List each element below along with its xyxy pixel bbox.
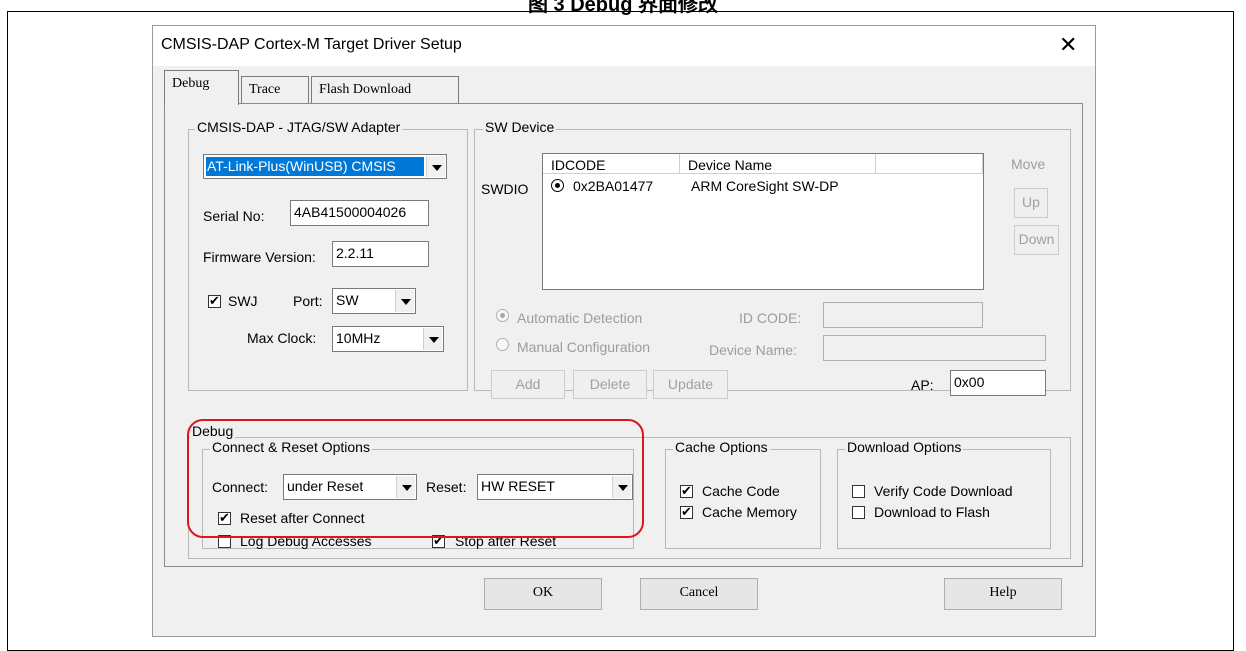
- clock-label: Max Clock:: [247, 330, 317, 346]
- serial-label: Serial No:: [203, 208, 265, 224]
- automatic-detection-radio[interactable]: [496, 309, 509, 322]
- cache-code-checkbox[interactable]: [680, 483, 693, 499]
- device-table[interactable]: IDCODE Device Name 0x2BA01477 ARM CoreSi…: [542, 153, 984, 290]
- cache-memory-label: Cache Memory: [702, 504, 797, 520]
- adapter-select-value: AT-Link-Plus(WinUSB) CMSIS: [206, 157, 424, 176]
- adapter-select[interactable]: AT-Link-Plus(WinUSB) CMSIS: [203, 154, 447, 179]
- window-title: CMSIS-DAP Cortex-M Target Driver Setup: [161, 36, 462, 53]
- ap-label: AP:: [911, 377, 934, 393]
- verify-code-download-checkbox[interactable]: [852, 485, 865, 498]
- tab-flash-download-label: Flash Download: [319, 82, 412, 97]
- row-idcode: 0x2BA01477: [573, 178, 654, 194]
- sw-device-group-label: SW Device: [483, 119, 557, 135]
- adapter-group-label: CMSIS-DAP - JTAG/SW Adapter: [195, 119, 403, 135]
- port-label: Port:: [293, 293, 323, 309]
- column-header-device-name[interactable]: Device Name: [680, 154, 876, 174]
- chevron-down-icon: [395, 290, 414, 312]
- swj-checkbox[interactable]: [208, 293, 221, 309]
- tab-trace[interactable]: Trace: [241, 76, 309, 104]
- automatic-detection-label: Automatic Detection: [517, 310, 643, 326]
- ap-field[interactable]: 0x00: [950, 370, 1046, 396]
- cancel-button[interactable]: Cancel: [640, 578, 758, 610]
- radio-selected-icon: [551, 179, 564, 192]
- download-to-flash-checkbox[interactable]: [852, 506, 865, 519]
- tab-trace-label: Trace: [249, 82, 281, 97]
- ok-button[interactable]: OK: [484, 578, 602, 610]
- manual-configuration-radio[interactable]: [496, 338, 509, 351]
- manual-configuration-label: Manual Configuration: [517, 339, 651, 355]
- chevron-down-icon: [423, 328, 442, 350]
- tab-debug[interactable]: Debug: [164, 70, 239, 105]
- delete-button[interactable]: Delete: [573, 370, 647, 399]
- help-button[interactable]: Help: [944, 578, 1062, 610]
- tab-flash-download[interactable]: Flash Download: [311, 76, 459, 104]
- column-header-idcode[interactable]: IDCODE: [543, 154, 680, 174]
- chevron-down-icon: [426, 156, 445, 177]
- download-options-group: [837, 449, 1051, 549]
- swj-label: SWJ: [228, 293, 258, 309]
- annotation-highlight: [187, 419, 644, 538]
- serial-field[interactable]: 4AB41500004026: [290, 200, 429, 226]
- download-options-group-label: Download Options: [845, 439, 964, 455]
- cache-code-label: Cache Code: [702, 483, 780, 499]
- dialog-window: CMSIS-DAP Cortex-M Target Driver Setup ✕…: [152, 25, 1096, 637]
- firmware-field[interactable]: 2.2.11: [332, 241, 429, 267]
- cache-options-group-label: Cache Options: [673, 439, 770, 455]
- cache-memory-checkbox[interactable]: [680, 504, 693, 520]
- clock-select-value: 10MHz: [336, 330, 381, 346]
- device-name-field[interactable]: [823, 335, 1046, 361]
- cache-options-group: [665, 449, 821, 549]
- tab-debug-label: Debug: [172, 76, 210, 91]
- verify-code-download-label: Verify Code Download: [874, 483, 1013, 499]
- download-to-flash-label: Download to Flash: [874, 504, 990, 520]
- add-button[interactable]: Add: [491, 370, 565, 399]
- clock-select[interactable]: 10MHz: [332, 326, 444, 352]
- title-bar: CMSIS-DAP Cortex-M Target Driver Setup ✕: [153, 26, 1095, 66]
- column-header-empty: [876, 154, 983, 174]
- swdio-label: SWDIO: [481, 181, 529, 197]
- move-label: Move: [1011, 156, 1046, 172]
- port-select-value: SW: [336, 292, 359, 308]
- firmware-label: Firmware Version:: [203, 249, 316, 265]
- id-code-field[interactable]: [823, 302, 983, 328]
- port-select[interactable]: SW: [332, 288, 416, 314]
- update-button[interactable]: Update: [653, 370, 728, 399]
- row-device-name: ARM CoreSight SW-DP: [691, 178, 839, 194]
- up-button[interactable]: Up: [1014, 188, 1048, 218]
- close-icon[interactable]: ✕: [1059, 32, 1077, 58]
- table-row[interactable]: 0x2BA01477 ARM CoreSight SW-DP: [543, 174, 983, 202]
- down-button[interactable]: Down: [1014, 225, 1059, 255]
- id-code-label: ID CODE:: [739, 310, 802, 326]
- device-name-label: Device Name:: [709, 342, 797, 358]
